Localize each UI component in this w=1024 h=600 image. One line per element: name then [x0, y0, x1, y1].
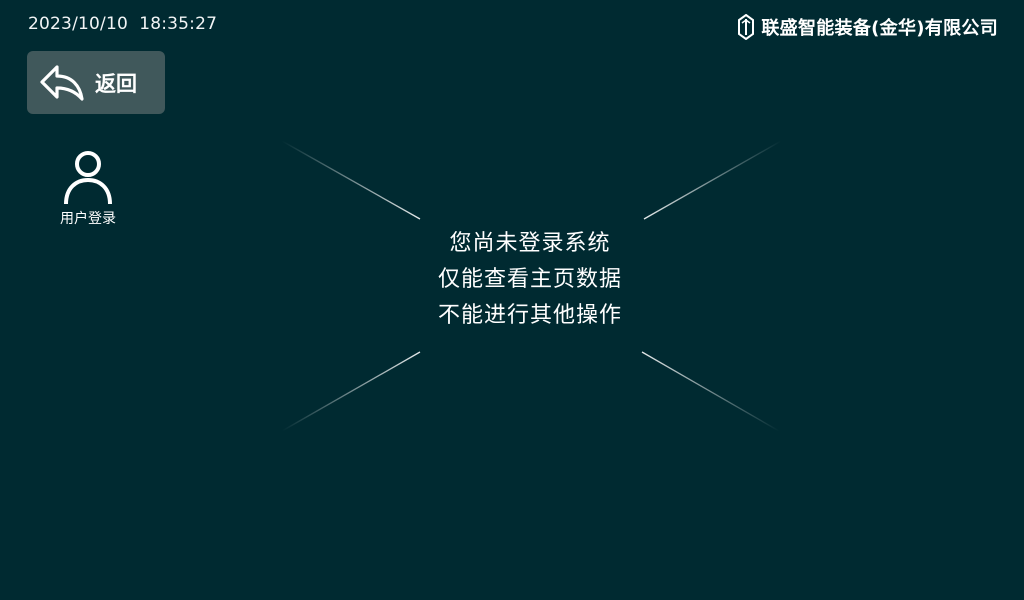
- login-notice: 您尚未登录系统 仅能查看主页数据 不能进行其他操作: [380, 226, 680, 334]
- login-required-screen: 2023/10/10 18:35:27 联盛智能装备(金华)有限公司 返回 用户…: [0, 0, 1024, 600]
- decor-line-bottom-right: [641, 351, 780, 432]
- decor-line-top-right: [643, 140, 782, 220]
- decor-line-top-left: [281, 140, 421, 220]
- notice-line: 不能进行其他操作: [437, 303, 622, 328]
- notice-line: 您尚未登录系统: [449, 231, 611, 256]
- notice-line: 仅能查看主页数据: [437, 267, 622, 292]
- decor-line-bottom-left: [281, 351, 421, 432]
